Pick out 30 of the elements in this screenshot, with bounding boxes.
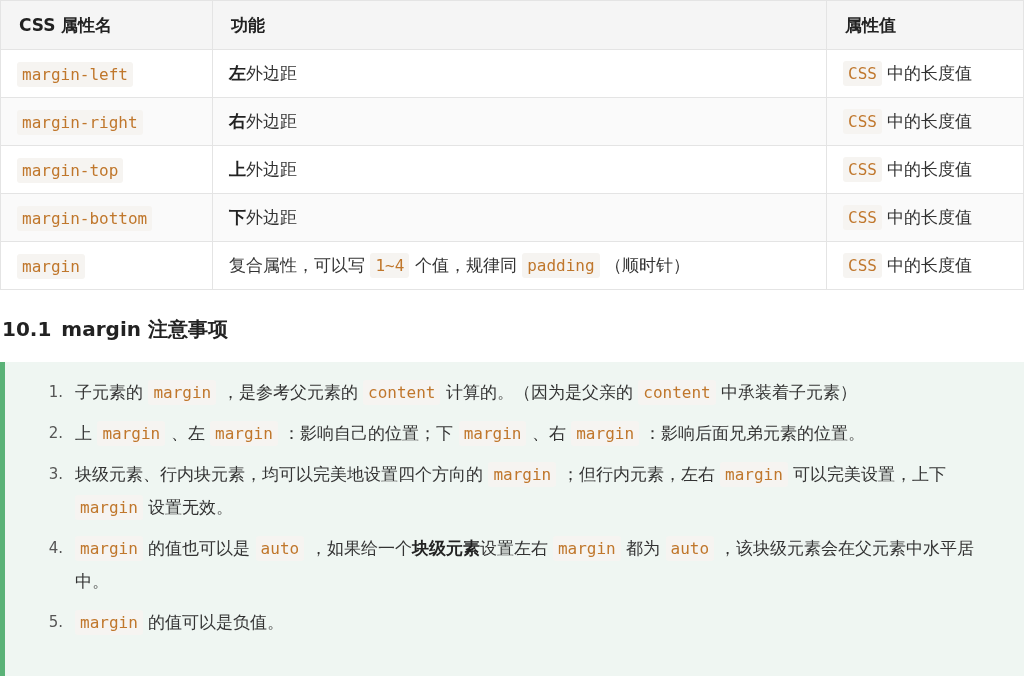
table-cell: 下外边距: [212, 193, 827, 242]
table-cell: margin: [0, 241, 213, 290]
table-cell: 复合属性，可以写 1~4 个值，规律同 padding （顺时针）: [212, 241, 827, 290]
note-text: 上 margin 、左 margin ：影响自己的位置；下 margin 、右 margin ：影响后面兄弟元素的位置。: [75, 417, 994, 450]
note-text: 块级元素、行内块元素，均可以完美地设置四个方向的 margin ；但行内元素，左右 margin 可以完美设置，上下 margin 设置无效。: [75, 458, 994, 524]
list-number: 4.: [47, 538, 63, 559]
table-cell: 右外边距: [212, 97, 827, 146]
list-number: 3.: [47, 464, 63, 485]
column-header: 属性值: [826, 0, 1024, 50]
table-cell: CSS 中的长度值: [826, 145, 1024, 194]
table-cell: margin-left: [0, 49, 213, 98]
section-number: 10.1: [2, 317, 52, 341]
table-cell: CSS 中的长度值: [826, 49, 1024, 98]
note-text: margin 的值可以是负值。: [75, 606, 994, 639]
table-cell: CSS 中的长度值: [826, 97, 1024, 146]
note-text: margin 的值也可以是 auto ，如果给一个块级元素设置左右 margin 都为 auto ，该块级元素会在父元素中水平居中。: [75, 535, 976, 593]
table-cell: margin-bottom: [0, 193, 213, 242]
note-text: 子元素的 margin ，是参考父元素的 content 计算的。（因为是父亲的 content 中承装着子元素）: [75, 376, 994, 409]
section-title: margin 注意事项: [61, 315, 228, 343]
list-number: 5.: [47, 612, 63, 633]
table-cell: 上外边距: [212, 145, 827, 194]
table-cell: CSS 中的长度值: [826, 193, 1024, 242]
column-header: 功能: [212, 0, 827, 50]
column-header: CSS 属性名: [0, 0, 213, 50]
table-cell: margin-right: [0, 97, 213, 146]
list-number: 1.: [47, 382, 63, 403]
list-number: 2.: [47, 423, 63, 444]
table-cell: CSS 中的长度值: [826, 241, 1024, 290]
table-cell: margin-top: [0, 145, 213, 194]
table-cell: 左外边距: [212, 49, 827, 98]
